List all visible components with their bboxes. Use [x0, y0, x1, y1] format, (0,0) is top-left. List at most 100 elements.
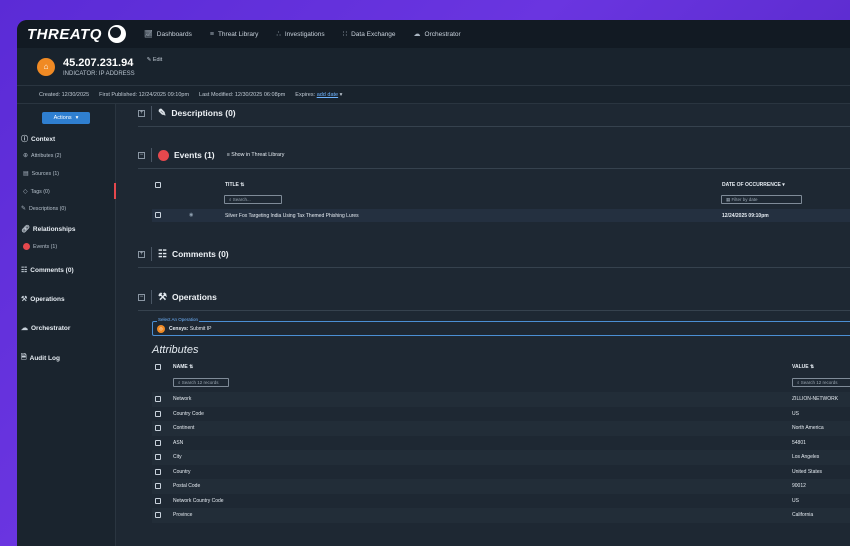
link-icon: 🔗︎: [21, 226, 30, 233]
edit-button[interactable]: ✎ Edit: [147, 57, 163, 63]
indicator-value: 45.207.231.94: [63, 56, 134, 69]
row-checkbox[interactable]: [155, 497, 161, 504]
table-row[interactable]: Postal Code 90012: [152, 479, 850, 494]
divider: [138, 168, 850, 169]
document-icon: 🗎︎: [21, 354, 27, 361]
sidebar: Actions ▾ ⓘ Context ⊕ Attributes (2) ▤ S…: [17, 104, 116, 546]
attribute-value: US: [792, 497, 799, 504]
operation-select[interactable]: ◎ Censys: Submit IP: [152, 321, 850, 336]
threatq-logo[interactable]: THREATQ: [27, 25, 126, 43]
sort-icon: ⇅: [189, 364, 194, 370]
nav-data-exchange[interactable]: ∷ Data Exchange: [343, 30, 396, 39]
event-row[interactable]: ◉ Silver Fox Targeting India Using Tax T…: [152, 209, 850, 222]
attribute-name-search[interactable]: ⌕ Search 12 records: [173, 378, 229, 387]
event-title[interactable]: Silver Fox Targeting India Using Tax The…: [225, 213, 359, 219]
attribute-value-search[interactable]: ⌕ Search 12 records: [792, 378, 850, 387]
indicator-header: ⌂ 45.207.231.94 INDICATOR: IP ADDRESS ✎ …: [17, 48, 850, 86]
add-date-link[interactable]: add date: [317, 92, 338, 98]
sidebar-item-label: Tags (0): [30, 188, 50, 195]
attributes-col-name[interactable]: NAME ⇅: [173, 364, 193, 370]
nav-threat-library[interactable]: ≡ Threat Library: [210, 31, 259, 38]
actions-button[interactable]: Actions ▾: [42, 112, 90, 124]
show-in-threat-library-link[interactable]: ≡ Show in Threat Library: [227, 152, 285, 158]
attribute-name: Postal Code: [173, 483, 201, 490]
table-row[interactable]: Country Code US: [152, 407, 850, 422]
table-row[interactable]: City Los Angeles: [152, 450, 850, 465]
sidebar-item-sources[interactable]: ▤ Sources (1): [23, 170, 60, 178]
attribute-value: California: [792, 512, 814, 519]
attributes-icon: ⊕: [23, 153, 29, 159]
event-row-checkbox[interactable]: [155, 212, 161, 218]
divider: [138, 267, 850, 268]
actions-label: Actions: [53, 115, 72, 121]
nav-investigations[interactable]: ∴ Investigations: [276, 30, 325, 39]
indicator-meta-bar: Created: 12/30/2025 First Published: 12/…: [17, 86, 850, 104]
sidebar-operations-label: Operations: [30, 295, 65, 303]
sort-icon: ⇅: [240, 182, 245, 188]
select-all-events-checkbox[interactable]: [155, 182, 161, 188]
events-date-filter[interactable]: ▦ Filter by date: [721, 195, 802, 204]
expand-descriptions-button[interactable]: +: [138, 109, 145, 117]
nav-dashboards-label: Dashboards: [156, 30, 192, 38]
nav-dashboards[interactable]: 📈︎ Dashboards: [144, 30, 192, 39]
expand-comments-button[interactable]: +: [138, 250, 145, 258]
sidebar-item-attributes[interactable]: ⊕ Attributes (2): [23, 152, 61, 160]
event-icon: [158, 149, 169, 161]
sidebar-orchestrator-label: Orchestrator: [31, 324, 71, 332]
edit-icon: ✎: [158, 107, 167, 119]
divider: [151, 290, 152, 304]
sidebar-context[interactable]: ⓘ Context: [21, 134, 55, 144]
events-col-date[interactable]: DATE OF OCCURRENCE ▾: [722, 182, 785, 188]
table-row[interactable]: Continent North America: [152, 421, 850, 436]
indicator-type-icon: ⌂: [37, 57, 55, 76]
row-checkbox[interactable]: [155, 410, 161, 417]
collapse-events-button[interactable]: −: [138, 151, 145, 159]
table-row[interactable]: Network Country Code US: [152, 494, 850, 509]
sources-icon: ▤: [23, 171, 29, 177]
row-checkbox[interactable]: [155, 468, 161, 475]
sidebar-orchestrator[interactable]: ☁ Orchestrator: [21, 324, 71, 333]
row-checkbox[interactable]: [155, 396, 161, 403]
table-row[interactable]: Country United States: [152, 465, 850, 480]
row-checkbox[interactable]: [155, 483, 161, 490]
eye-icon[interactable]: ◉: [189, 212, 193, 218]
caret-down-icon[interactable]: ▾: [340, 92, 343, 98]
row-checkbox[interactable]: [155, 425, 161, 432]
nav-investigations-label: Investigations: [284, 30, 325, 38]
attribute-name: Province: [173, 512, 193, 519]
sidebar-relationships[interactable]: 🔗︎ Relationships: [21, 225, 76, 234]
orchestrator-icon: ☁: [21, 325, 28, 332]
table-row[interactable]: ASN 54801: [152, 436, 850, 451]
operations-title: ⚒ Operations: [158, 292, 217, 303]
library-icon: ≡: [209, 30, 214, 38]
events-col-title[interactable]: TITLE ⇅: [225, 182, 244, 188]
events-panel-header: − Events (1) ≡ Show in Threat Library: [138, 148, 850, 162]
sidebar-operations[interactable]: ⚒ Operations: [21, 295, 65, 304]
events-title-text: Events (1): [174, 150, 215, 160]
sidebar-item-events[interactable]: Events (1): [23, 243, 57, 250]
attribute-value: United States: [792, 468, 823, 475]
sidebar-item-tags[interactable]: ◇ Tags (0): [23, 188, 50, 196]
select-all-attributes-checkbox[interactable]: [155, 364, 161, 370]
sidebar-item-descriptions[interactable]: ✎ Descriptions (0): [21, 205, 66, 213]
attributes-col-value[interactable]: VALUE ⇅: [792, 364, 814, 370]
collapse-operations-button[interactable]: −: [138, 293, 145, 301]
events-title: Events (1): [158, 149, 215, 161]
nav-orchestrator-label: Orchestrator: [424, 30, 461, 38]
show-in-library-label: Show in Threat Library: [231, 152, 285, 158]
sidebar-item-label: Sources (1): [31, 170, 60, 177]
table-row[interactable]: Province California: [152, 508, 850, 523]
row-checkbox[interactable]: [155, 454, 161, 461]
sidebar-audit-log-label: Audit Log: [29, 355, 60, 362]
descriptions-title-text: Descriptions (0): [171, 108, 236, 118]
table-row[interactable]: Network ZILLION-NETWORK: [152, 392, 850, 407]
row-checkbox[interactable]: [155, 439, 161, 446]
events-title-search[interactable]: ⌕ Search...: [224, 195, 282, 204]
sidebar-comments[interactable]: ☷ Comments (0): [21, 266, 74, 275]
sidebar-audit-log[interactable]: 🗎︎ Audit Log: [21, 353, 60, 364]
nav-orchestrator[interactable]: ☁ Orchestrator: [414, 30, 461, 39]
last-modified-date: Last Modified: 12/30/2025 06:08pm: [199, 91, 286, 98]
search-placeholder: Search 12 records: [181, 380, 219, 385]
row-checkbox[interactable]: [155, 512, 161, 519]
date-filter-placeholder: Filter by date: [731, 197, 758, 202]
